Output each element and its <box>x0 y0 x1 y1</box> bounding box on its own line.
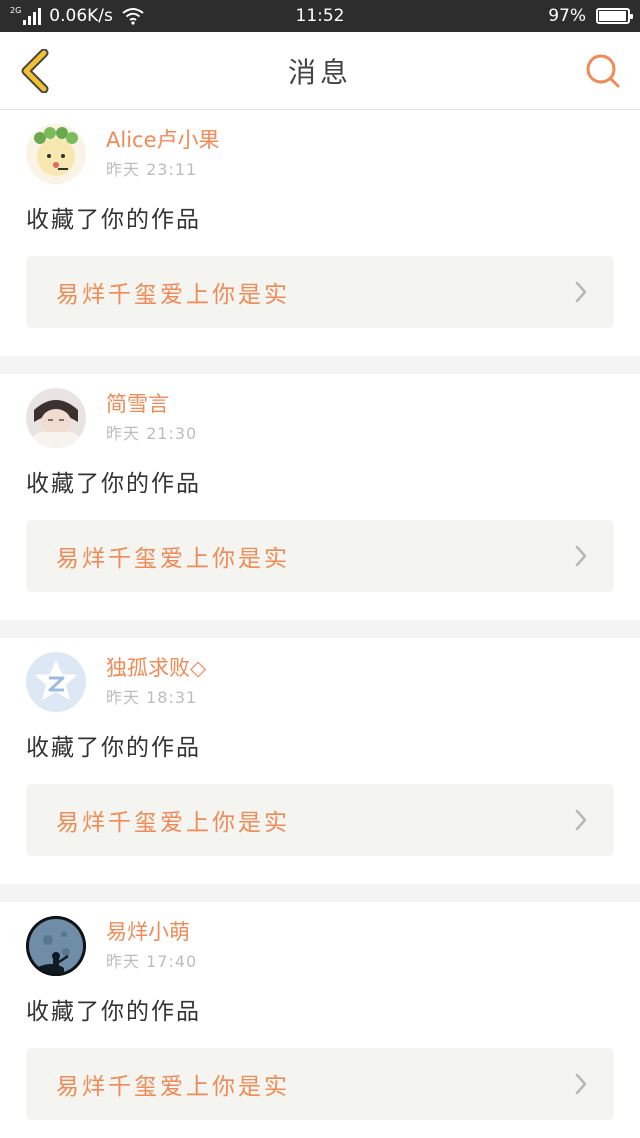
message-meta: 独孤求败◇ 昨天 18:31 <box>106 652 206 708</box>
username[interactable]: Alice卢小果 <box>106 126 220 154</box>
work-link[interactable]: 易烊千玺爱上你是实 <box>26 1048 614 1120</box>
message-meta: 简雪言 昨天 21:30 <box>106 388 197 444</box>
status-left: 2G 0.06K/s <box>10 6 145 26</box>
work-link[interactable]: 易烊千玺爱上你是实 <box>26 784 614 856</box>
message-header: 易烊小萌 昨天 17:40 <box>26 916 614 976</box>
chevron-right-icon <box>575 1073 587 1095</box>
avatar[interactable] <box>26 916 86 976</box>
message-header: 独孤求败◇ 昨天 18:31 <box>26 652 614 712</box>
work-link[interactable]: 易烊千玺爱上你是实 <box>26 520 614 592</box>
work-title: 易烊千玺爱上你是实 <box>56 810 290 836</box>
signal-icon: 2G <box>10 6 42 25</box>
work-link[interactable]: 易烊千玺爱上你是实 <box>26 256 614 328</box>
chevron-right-icon <box>575 281 587 303</box>
avatar[interactable] <box>26 652 86 712</box>
message-header: Alice卢小果 昨天 23:11 <box>26 124 614 184</box>
network-tag: 2G <box>10 6 22 15</box>
timestamp: 昨天 23:11 <box>106 160 198 179</box>
nav-bar: 消息 <box>0 32 640 110</box>
avatar[interactable] <box>26 388 86 448</box>
status-right: 97% <box>548 6 633 26</box>
action-text: 收藏了你的作品 <box>26 471 201 497</box>
work-title: 易烊千玺爱上你是实 <box>56 546 290 572</box>
work-title: 易烊千玺爱上你是实 <box>56 1074 290 1100</box>
page-title: 消息 <box>287 55 352 89</box>
message-meta: 易烊小萌 昨天 17:40 <box>106 916 197 972</box>
work-title: 易烊千玺爱上你是实 <box>56 282 290 308</box>
timestamp: 昨天 21:30 <box>106 424 198 443</box>
username[interactable]: 易烊小萌 <box>106 918 197 946</box>
username[interactable]: 独孤求败◇ <box>106 654 206 682</box>
network-speed: 0.06K/s <box>49 6 113 26</box>
message-card: Alice卢小果 昨天 23:11 收藏了你的作品 易烊千玺爱上你是实 <box>0 110 640 356</box>
action-text: 收藏了你的作品 <box>26 207 201 233</box>
status-bar: 2G 0.06K/s 11:52 97% <box>0 0 640 32</box>
action-text: 收藏了你的作品 <box>26 735 201 761</box>
message-header: 简雪言 昨天 21:30 <box>26 388 614 448</box>
battery-icon <box>596 8 633 24</box>
chevron-right-icon <box>575 809 587 831</box>
battery-percent: 97% <box>548 6 586 26</box>
message-list: Alice卢小果 昨天 23:11 收藏了你的作品 易烊千玺爱上你是实 简雪言 … <box>0 110 640 1138</box>
message-card: 独孤求败◇ 昨天 18:31 收藏了你的作品 易烊千玺爱上你是实 <box>0 638 640 884</box>
username[interactable]: 简雪言 <box>106 390 197 418</box>
timestamp: 昨天 18:31 <box>106 688 198 707</box>
avatar[interactable] <box>26 124 86 184</box>
search-icon[interactable] <box>584 52 622 90</box>
wifi-icon <box>122 8 144 25</box>
message-meta: Alice卢小果 昨天 23:11 <box>106 124 220 180</box>
action-text: 收藏了你的作品 <box>26 999 201 1025</box>
chevron-left-icon[interactable] <box>18 48 50 93</box>
battery-fill <box>599 11 627 21</box>
message-card: 简雪言 昨天 21:30 收藏了你的作品 易烊千玺爱上你是实 <box>0 374 640 620</box>
message-card: 易烊小萌 昨天 17:40 收藏了你的作品 易烊千玺爱上你是实 <box>0 902 640 1138</box>
timestamp: 昨天 17:40 <box>106 952 198 971</box>
chevron-right-icon <box>575 545 587 567</box>
